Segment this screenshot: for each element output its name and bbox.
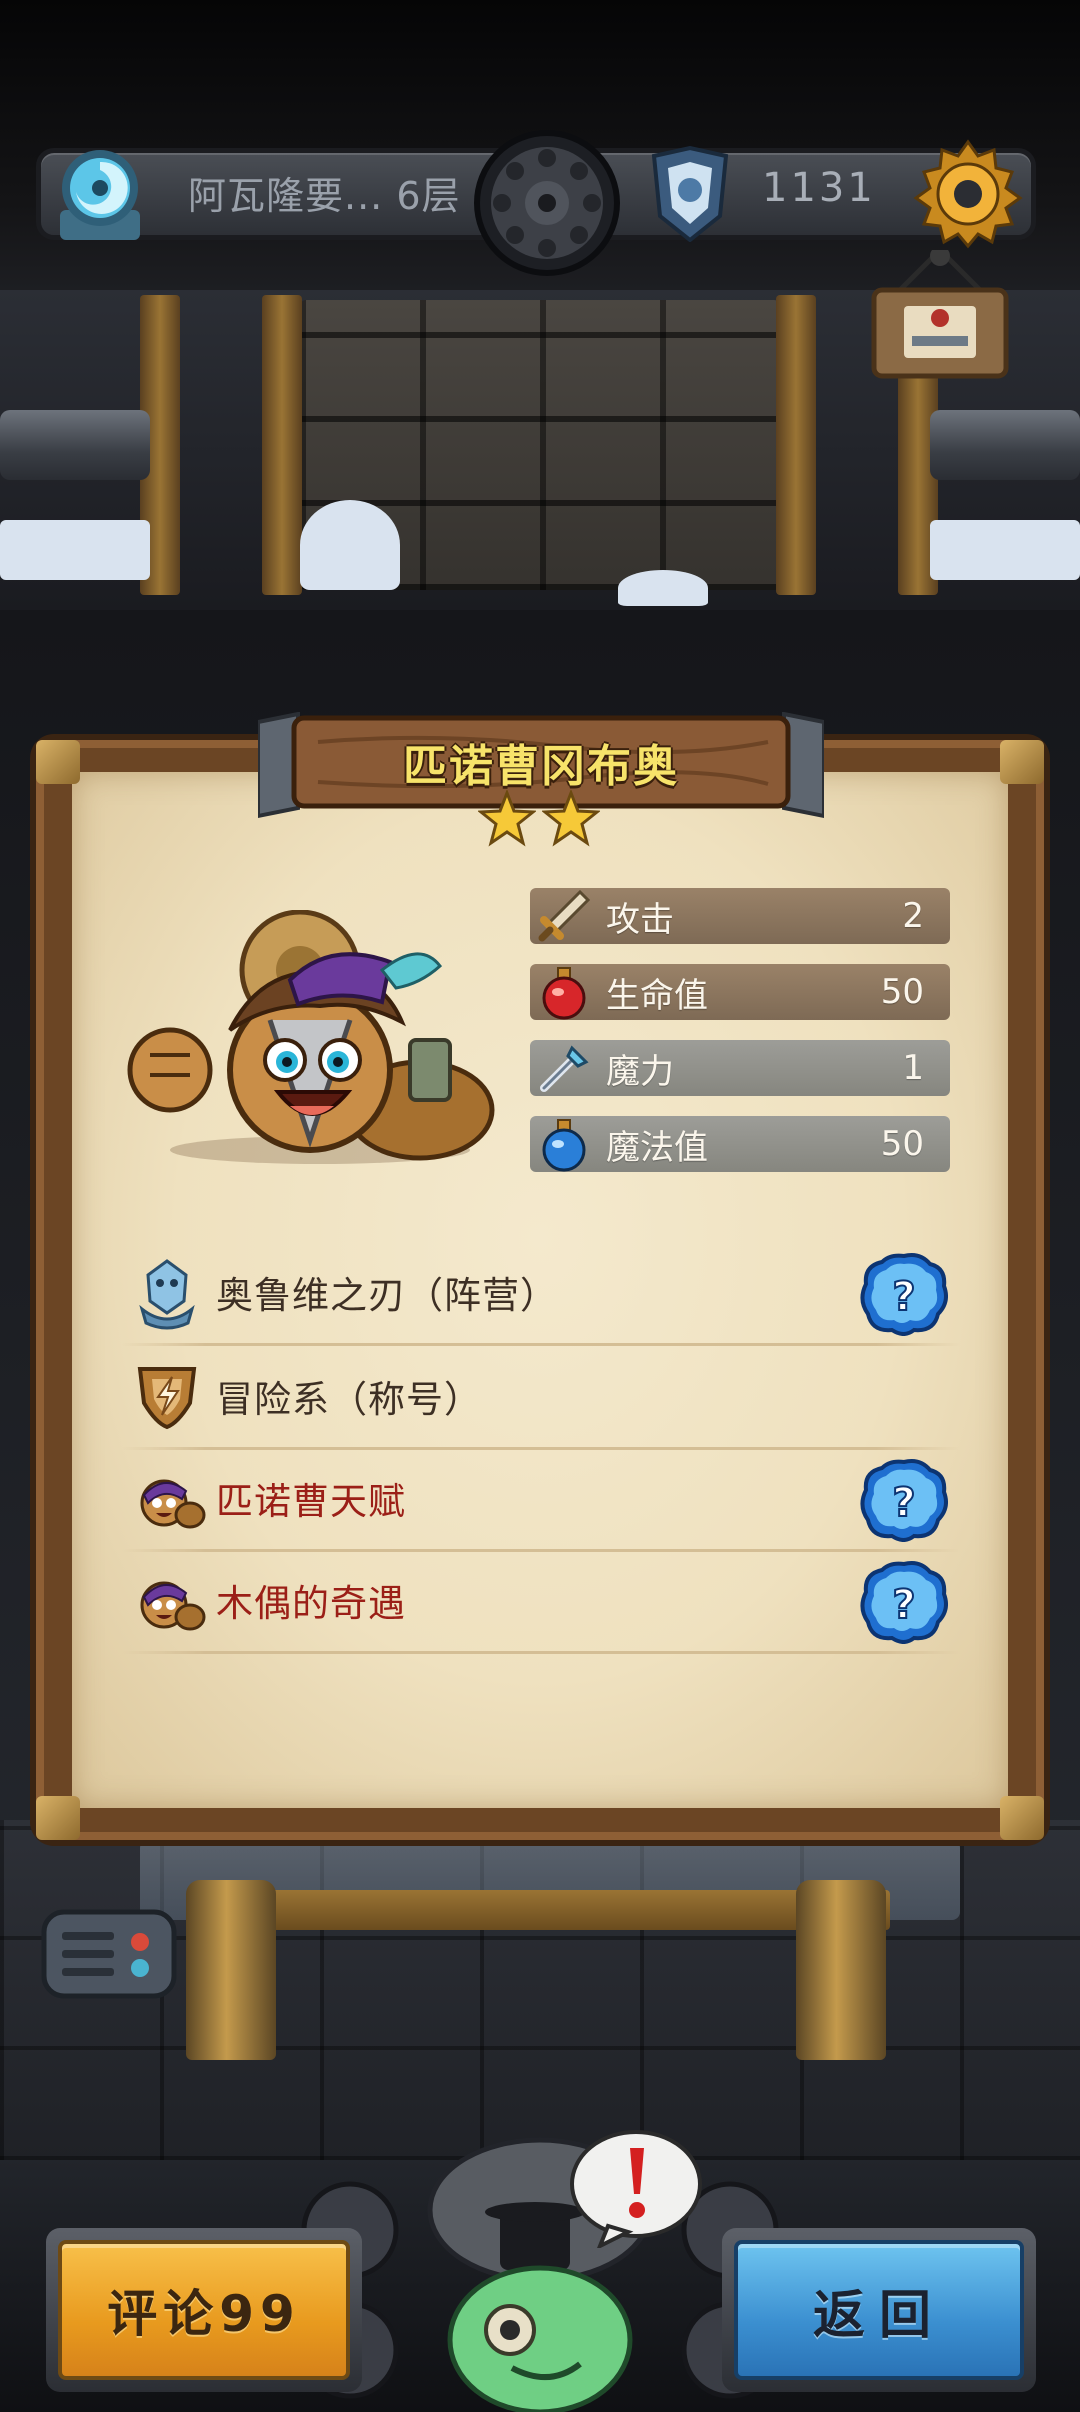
svg-text:?: ? bbox=[892, 1582, 915, 1628]
back-button[interactable]: 返回 bbox=[722, 2228, 1036, 2392]
star-rating bbox=[478, 790, 608, 850]
blue-potion-icon bbox=[542, 1119, 586, 1172]
hero-portrait bbox=[127, 910, 495, 1164]
brass-canister bbox=[186, 1880, 276, 2060]
trait-row-talent[interactable]: 匹诺曹天赋 ? bbox=[122, 1452, 960, 1552]
frame-corner bbox=[1000, 1796, 1044, 1840]
stat-row-magic-power: 魔力 1 bbox=[530, 1040, 950, 1096]
comment-button-label: 评论99 bbox=[107, 2285, 301, 2343]
back-button-label: 返回 bbox=[812, 2285, 945, 2346]
snow-pile bbox=[618, 570, 708, 606]
sword-icon bbox=[538, 889, 591, 942]
hero-talent-icon bbox=[140, 1581, 206, 1631]
frame-corner bbox=[36, 740, 80, 784]
svg-text:?: ? bbox=[892, 1480, 915, 1526]
trait-label: 冒险系（称号） bbox=[216, 1378, 482, 1421]
compass-gear-icon[interactable] bbox=[472, 128, 622, 278]
stat-label: 生命值 bbox=[606, 975, 708, 1016]
alert-bubble-icon[interactable] bbox=[568, 2128, 704, 2248]
portal-icon[interactable] bbox=[50, 140, 150, 250]
magic-staff-icon bbox=[540, 1045, 589, 1092]
row-divider bbox=[122, 1549, 960, 1552]
snow-ledge bbox=[0, 520, 150, 580]
snow-ledge bbox=[930, 520, 1080, 580]
frame-corner bbox=[36, 1796, 80, 1840]
pipe bbox=[0, 410, 150, 480]
comment-button-face: 评论99 bbox=[58, 2240, 350, 2380]
trait-row-faction[interactable]: 奥鲁维之刃（阵营） ? bbox=[122, 1246, 960, 1346]
star-icon bbox=[478, 790, 536, 847]
stat-row-attack: 攻击 2 bbox=[530, 888, 950, 944]
svg-text:?: ? bbox=[892, 1274, 915, 1320]
trait-row-adventure[interactable]: 木偶的奇遇 ? bbox=[122, 1554, 960, 1654]
hero-name: 匹诺曹冈布奥 bbox=[403, 741, 679, 792]
stat-value: 2 bbox=[902, 896, 924, 936]
hero-talent-icon bbox=[140, 1479, 206, 1529]
back-button-face: 返回 bbox=[734, 2240, 1024, 2380]
comment-button[interactable]: 评论99 bbox=[46, 2228, 362, 2392]
frame-corner bbox=[1000, 740, 1044, 784]
stat-value: 1 bbox=[902, 1048, 924, 1088]
title-shield-icon bbox=[137, 1367, 197, 1430]
trait-row-title: 冒险系（称号） bbox=[122, 1350, 960, 1450]
wood-beam bbox=[190, 1890, 890, 1930]
settings-gear-icon[interactable] bbox=[912, 138, 1024, 250]
brass-canister bbox=[796, 1880, 886, 2060]
rank-badge-icon[interactable] bbox=[648, 146, 732, 242]
help-icon[interactable]: ? bbox=[860, 1458, 948, 1542]
wood-pillar bbox=[776, 295, 816, 595]
row-divider bbox=[122, 1651, 960, 1654]
row-divider bbox=[122, 1447, 960, 1450]
wood-pillar bbox=[262, 295, 302, 595]
stat-row-hp: 生命值 50 bbox=[530, 964, 950, 1020]
help-icon[interactable]: ? bbox=[860, 1252, 948, 1336]
stat-value: 50 bbox=[880, 972, 924, 1012]
menu-icon[interactable] bbox=[40, 1908, 178, 2000]
quest-sign-icon[interactable] bbox=[860, 250, 1020, 390]
red-potion-icon bbox=[542, 967, 586, 1020]
floor-label: 阿瓦隆要... 6层 bbox=[188, 174, 461, 218]
stat-label: 魔法值 bbox=[606, 1127, 708, 1168]
trait-label: 匹诺曹天赋 bbox=[216, 1480, 406, 1523]
trait-label: 木偶的奇遇 bbox=[216, 1582, 406, 1625]
stat-value: 50 bbox=[880, 1124, 924, 1164]
pipe bbox=[930, 410, 1080, 480]
row-divider bbox=[122, 1343, 960, 1346]
score-counter: 1131 bbox=[762, 165, 876, 211]
faction-crystal-icon bbox=[139, 1259, 195, 1330]
stat-row-mana: 魔法值 50 bbox=[530, 1116, 950, 1172]
stat-label: 攻击 bbox=[606, 899, 674, 940]
trait-label: 奥鲁维之刃（阵营） bbox=[216, 1274, 558, 1317]
star-icon bbox=[542, 790, 600, 847]
stat-label: 魔力 bbox=[606, 1051, 674, 1092]
snow-pile bbox=[300, 500, 400, 590]
help-icon[interactable]: ? bbox=[860, 1560, 948, 1644]
